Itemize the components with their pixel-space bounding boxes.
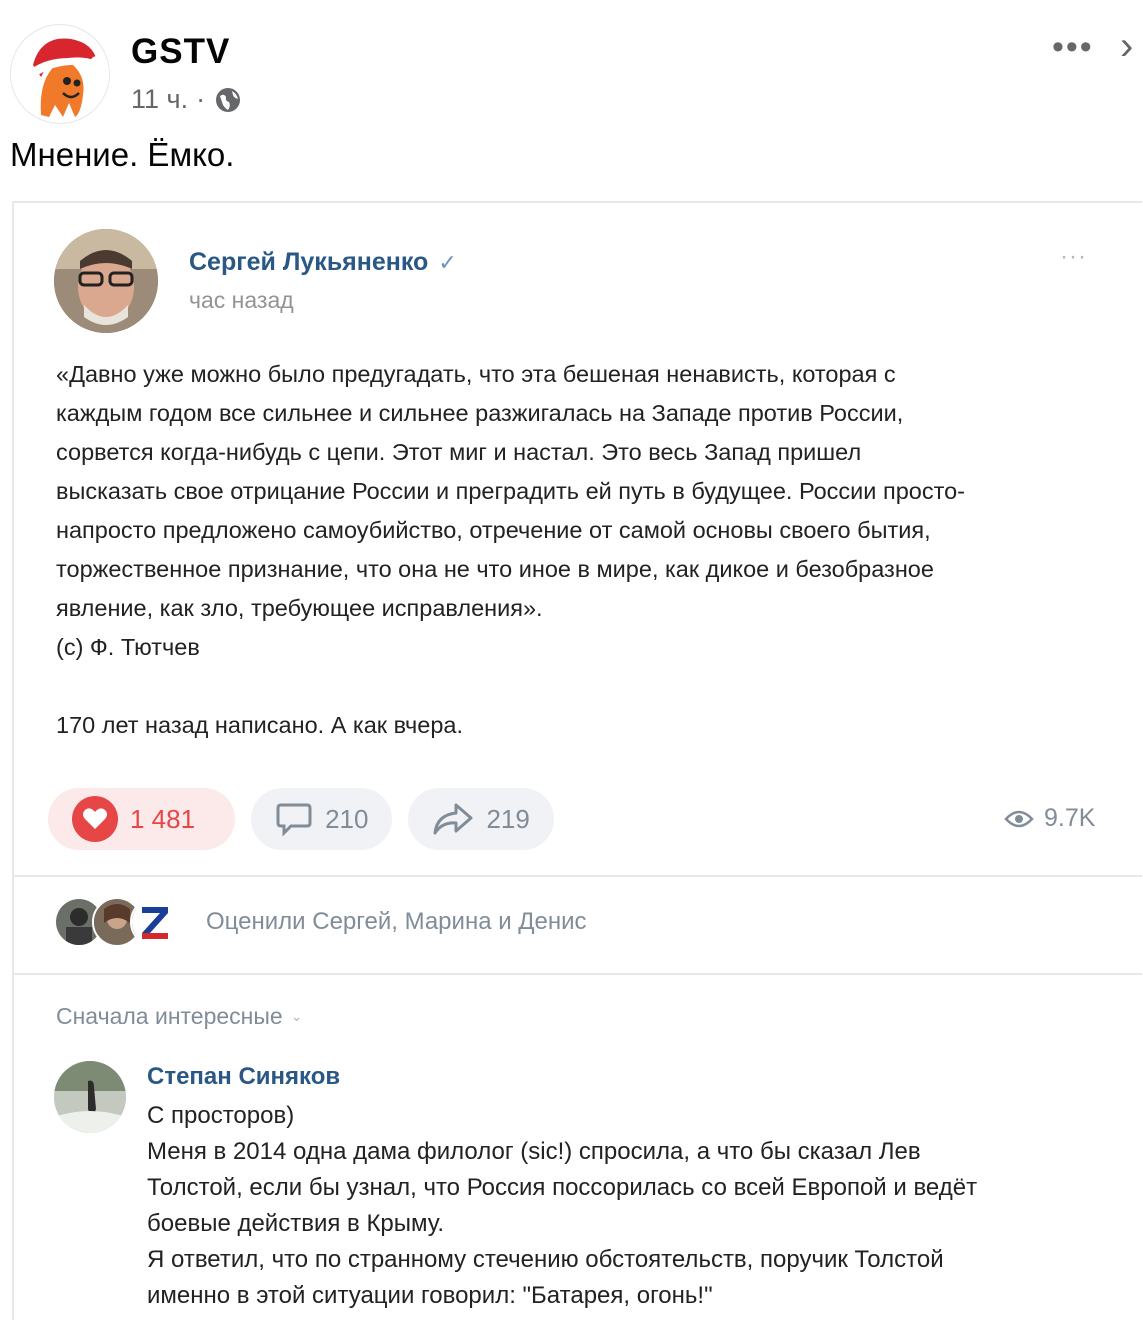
- views-count: 9.7K: [1044, 804, 1096, 832]
- comment-button[interactable]: 210: [251, 788, 393, 850]
- author-avatar: [54, 229, 158, 333]
- quote-line: сорвется когда-нибудь с цепи. Этот миг и…: [56, 439, 862, 465]
- eye-icon: [1004, 810, 1034, 827]
- share-icon: [433, 803, 473, 835]
- commenter-name[interactable]: Степан Синяков: [147, 1063, 340, 1091]
- post-text: «Давно уже можно было предугадать, что э…: [56, 355, 1116, 745]
- commenter-avatar[interactable]: [54, 1061, 126, 1133]
- post-caption: Мнение. Ёмко.: [10, 136, 235, 173]
- divider: [14, 875, 1142, 877]
- page-avatar[interactable]: [10, 24, 110, 124]
- comment-line: боевые действия в Крыму.: [147, 1210, 445, 1237]
- verified-check-icon: ✓: [438, 249, 457, 275]
- like-button[interactable]: 1 481: [48, 788, 236, 850]
- mascot-logo-icon: [31, 38, 104, 117]
- liked-by-text: Оценили Сергей, Марина и Денис: [206, 908, 587, 935]
- sort-label: Сначала интересные: [56, 1003, 283, 1029]
- quote-line: явление, как зло, требующее исправления»…: [56, 595, 543, 621]
- quote-line: напросто предложено самоубийство, отрече…: [56, 517, 931, 543]
- comments-sort-dropdown[interactable]: Сначала интересные ⌄: [56, 1003, 302, 1030]
- quote-line: каждым годом все сильнее и сильнее разжи…: [56, 400, 904, 426]
- views-counter: 9.7K: [1004, 804, 1095, 833]
- quote-attribution: (с) Ф. Тютчев: [56, 634, 200, 660]
- liked-by-row[interactable]: Оценили Сергей, Марина и Денис: [54, 897, 587, 947]
- action-bar: 1 481 210 219: [48, 788, 554, 850]
- comment-line: Я ответил, что по странному стечению обс…: [147, 1246, 944, 1273]
- post-time[interactable]: 11 ч.: [131, 84, 188, 115]
- facebook-post: GSTV 11 ч. · ••• › Мнение. Ёмко. Сергей …: [0, 0, 1143, 1320]
- heart-icon: [72, 796, 118, 842]
- post-footer-line: 170 лет назад написано. А как вчера.: [56, 712, 464, 738]
- avatar: [130, 897, 180, 947]
- quote-line: «Давно уже можно было предугадать, что э…: [56, 361, 896, 387]
- comment-count: 210: [325, 803, 369, 834]
- comment-line: Толстой, если бы узнал, что Россия поссо…: [147, 1174, 978, 1201]
- comment-line: именно в этой ситуации говорил: "Батарея…: [147, 1282, 713, 1309]
- chevron-right-icon[interactable]: ›: [1120, 24, 1133, 69]
- like-count: 1 481: [130, 803, 196, 834]
- post-time[interactable]: час назад: [189, 287, 294, 314]
- page-name[interactable]: GSTV: [131, 32, 230, 72]
- globe-icon[interactable]: [213, 85, 243, 115]
- author-name: Сергей Лукьяненко: [189, 248, 429, 276]
- share-button[interactable]: 219: [408, 788, 554, 850]
- comment-icon: [276, 803, 312, 837]
- liker-avatars: [54, 897, 180, 947]
- comment-line: Меня в 2014 одна дама филолог (sic!) спр…: [147, 1138, 921, 1165]
- divider: [14, 973, 1142, 975]
- more-options-icon[interactable]: ···: [1060, 243, 1087, 271]
- meta-separator: ·: [196, 84, 206, 114]
- more-options-icon[interactable]: •••: [1052, 28, 1094, 67]
- share-count: 219: [486, 803, 530, 834]
- chevron-down-icon: ⌄: [290, 1008, 303, 1024]
- post-meta: 11 ч. ·: [131, 84, 243, 115]
- comment-line: С просторов): [147, 1102, 295, 1129]
- quote-line: торжественное признание, что она не что …: [56, 556, 934, 582]
- post-author[interactable]: Сергей Лукьяненко ✓: [189, 248, 457, 277]
- embedded-vk-screenshot: Сергей Лукьяненко ✓ час назад ··· «Давно…: [12, 201, 1142, 1320]
- quote-line: высказать свое отрицание России и прегра…: [56, 478, 965, 504]
- comment-text: С просторов) Меня в 2014 одна дама филол…: [147, 1098, 1107, 1314]
